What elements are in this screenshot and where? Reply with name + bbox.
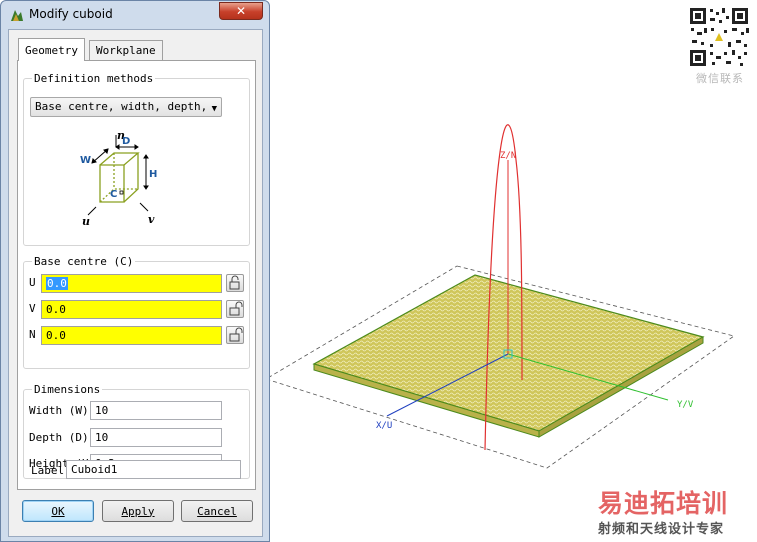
chevron-down-icon: ▼ xyxy=(211,104,217,114)
ok-button-label: OK xyxy=(51,504,65,518)
width-label: Width (W) xyxy=(29,404,89,417)
tab-label: Workplane xyxy=(96,44,156,57)
tab-label: Geometry xyxy=(25,43,78,57)
close-button[interactable]: ✕ xyxy=(219,2,263,20)
apply-button[interactable]: Apply xyxy=(102,500,174,522)
cancel-button[interactable]: Cancel xyxy=(181,500,253,522)
ok-button[interactable]: OK xyxy=(22,500,94,522)
dimensions-legend: Dimensions xyxy=(32,383,103,396)
u-lock-button[interactable] xyxy=(226,274,244,292)
dialog-body: Geometry Workplane Definition methods Ba… xyxy=(8,29,263,537)
definition-method-select[interactable]: Base centre, width, depth, height ▼ xyxy=(30,97,222,117)
modify-cuboid-dialog: Modify cuboid ✕ Geometry Workplane Defin… xyxy=(0,0,270,542)
label-label: Label xyxy=(31,464,65,477)
base-centre-legend: Base centre (C) xyxy=(32,255,136,268)
diagram-label-w: W xyxy=(80,155,91,166)
lock-icon xyxy=(229,275,240,290)
watermark-brand: 易迪拓培训 xyxy=(598,489,729,518)
label-input[interactable]: Cuboid1 xyxy=(66,460,241,479)
unlock-icon xyxy=(229,327,243,342)
u-label: U xyxy=(29,276,36,289)
depth-label: Depth (D) xyxy=(29,431,89,444)
diagram-label-h: H xyxy=(149,169,157,180)
apply-button-label: Apply xyxy=(121,504,155,518)
base-centre-group: Base centre (C) U 0.0 V 0.0 N 0.0 xyxy=(23,255,250,369)
x-axis-label: X/U xyxy=(376,421,392,431)
cuboid-diagram: n u v W D H C xyxy=(80,129,157,227)
n-lock-button[interactable] xyxy=(226,326,244,344)
diagram-label-v: v xyxy=(148,213,155,226)
v-label: V xyxy=(29,302,36,315)
watermark-tagline: 射频和天线设计专家 xyxy=(598,522,725,537)
unlock-icon xyxy=(229,301,243,316)
diagram-label-u: u xyxy=(82,215,90,227)
tab-geometry[interactable]: Geometry xyxy=(18,38,85,61)
n-input[interactable]: 0.0 xyxy=(41,326,222,345)
z-axis-label: Z/N xyxy=(500,151,516,161)
window-title: Modify cuboid xyxy=(29,7,113,21)
n-value: 0.0 xyxy=(46,329,66,342)
diagram-label-d: D xyxy=(122,136,130,147)
width-input[interactable]: 10 xyxy=(90,401,222,420)
definition-methods-group: Definition methods Base centre, width, d… xyxy=(23,72,250,246)
diagram-label-c: C xyxy=(110,189,117,200)
depth-value: 10 xyxy=(95,431,109,444)
3d-viewport[interactable]: Z/N Y/V X/U xyxy=(265,0,757,542)
close-icon: ✕ xyxy=(235,4,247,18)
y-axis-label: Y/V xyxy=(677,400,694,410)
qr-caption: 微信联系 xyxy=(696,72,744,85)
cancel-button-label: Cancel xyxy=(197,504,237,518)
v-lock-button[interactable] xyxy=(226,300,244,318)
geometry-panel: Definition methods Base centre, width, d… xyxy=(17,60,256,490)
n-label: N xyxy=(29,328,36,341)
v-value: 0.0 xyxy=(46,303,66,316)
definition-methods-legend: Definition methods xyxy=(32,72,156,85)
title-bar[interactable]: Modify cuboid ✕ xyxy=(1,1,269,29)
depth-input[interactable]: 10 xyxy=(90,428,222,447)
v-input[interactable]: 0.0 xyxy=(41,300,222,319)
tab-workplane[interactable]: Workplane xyxy=(89,40,163,60)
scene-canvas: Z/N Y/V X/U xyxy=(265,124,735,469)
app-icon xyxy=(11,10,23,21)
width-value: 10 xyxy=(95,404,109,417)
u-input[interactable]: 0.0 xyxy=(41,274,222,293)
qr-code-icon xyxy=(688,6,750,68)
label-value: Cuboid1 xyxy=(71,463,118,476)
u-value: 0.0 xyxy=(46,277,68,290)
definition-method-value: Base centre, width, depth, height xyxy=(35,100,205,113)
